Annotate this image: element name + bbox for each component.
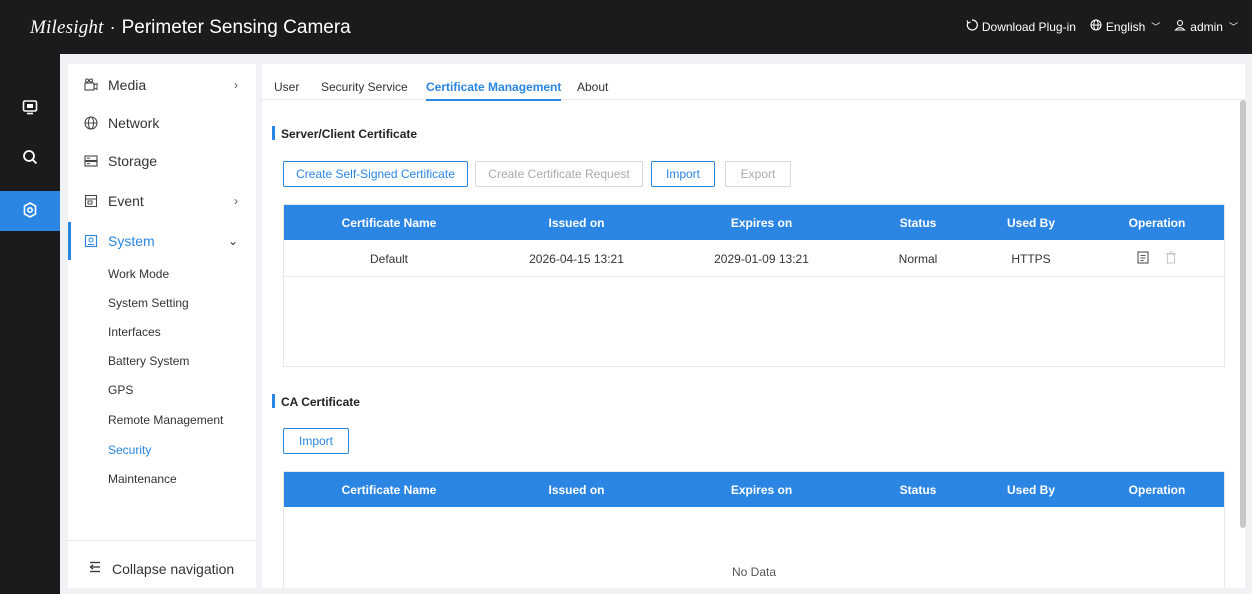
delete-icon[interactable] bbox=[1165, 250, 1177, 267]
table-header: Certificate Name Issued on Expires on St… bbox=[284, 205, 1224, 240]
storage-icon bbox=[84, 154, 98, 168]
settings-navigation: Media › Network Storage Event › System ⌄… bbox=[68, 64, 256, 588]
nav-label: Network bbox=[108, 115, 160, 131]
collapse-navigation-button[interactable]: Collapse navigation bbox=[88, 560, 234, 577]
nav-sub-remote-management[interactable]: Remote Management bbox=[108, 413, 223, 429]
top-right-menu: Download Plug-in English ﹀ admin ﹀ bbox=[966, 19, 1238, 34]
settings-button[interactable] bbox=[0, 191, 60, 231]
details-icon[interactable] bbox=[1137, 250, 1149, 267]
column-header: Certificate Name bbox=[341, 482, 437, 497]
download-plugin-link[interactable]: Download Plug-in bbox=[966, 19, 1076, 34]
nav-label: Event bbox=[108, 193, 144, 209]
nav-label: Media bbox=[108, 77, 147, 93]
column-header: Certificate Name bbox=[341, 215, 437, 230]
column-header: Issued on bbox=[548, 482, 605, 497]
collapse-icon bbox=[88, 560, 102, 577]
column-header: Used By bbox=[1006, 215, 1056, 230]
user-menu[interactable]: admin ﹀ bbox=[1174, 19, 1238, 34]
empty-state-text: No Data bbox=[731, 565, 777, 579]
table-row: Default 2026-04-15 13:21 2029-01-09 13:2… bbox=[284, 240, 1224, 277]
nav-item-media[interactable]: Media › bbox=[68, 66, 256, 104]
server-certificate-table: Certificate Name Issued on Expires on St… bbox=[283, 204, 1225, 367]
section-title-ca: CA Certificate bbox=[272, 394, 360, 409]
download-plugin-label: Download Plug-in bbox=[981, 19, 1076, 34]
nav-item-event[interactable]: Event › bbox=[68, 182, 256, 220]
brand-logo: Milesight bbox=[30, 17, 104, 38]
nav-sub-gps[interactable]: GPS bbox=[108, 383, 133, 399]
globe-icon bbox=[84, 116, 98, 130]
ca-import-button[interactable]: Import bbox=[283, 428, 349, 454]
nav-item-storage[interactable]: Storage bbox=[68, 142, 256, 180]
tab-user[interactable]: User bbox=[274, 80, 299, 94]
tab-about[interactable]: About bbox=[577, 80, 608, 94]
search-button[interactable] bbox=[0, 138, 60, 178]
user-label: admin bbox=[1190, 19, 1223, 34]
nav-label: System bbox=[108, 233, 155, 249]
brand-separator: · bbox=[109, 17, 116, 37]
column-header: Status bbox=[899, 215, 937, 230]
monitor-icon bbox=[22, 99, 38, 118]
system-icon bbox=[84, 234, 98, 248]
export-button[interactable]: Export bbox=[725, 161, 791, 187]
brand: Milesight · Perimeter Sensing Camera bbox=[30, 17, 351, 39]
globe-icon bbox=[1090, 19, 1102, 34]
table-header: Certificate Name Issued on Expires on St… bbox=[284, 472, 1224, 507]
cell-issued-on: 2026-04-15 13:21 bbox=[529, 251, 624, 266]
nav-label: Storage bbox=[108, 153, 158, 169]
user-icon bbox=[1174, 19, 1187, 34]
cell-certificate-name: Default bbox=[369, 251, 409, 266]
create-certificate-request-button[interactable]: Create Certificate Request bbox=[475, 161, 643, 187]
chevron-right-icon: › bbox=[234, 78, 238, 92]
section-title-server-client: Server/Client Certificate bbox=[272, 126, 417, 141]
top-bar: Milesight · Perimeter Sensing Camera Dow… bbox=[0, 0, 1252, 54]
nav-sub-work-mode[interactable]: Work Mode bbox=[108, 267, 169, 283]
cell-used-by: HTTPS bbox=[1011, 251, 1051, 266]
nav-sub-system-setting[interactable]: System Setting bbox=[108, 296, 189, 312]
column-header: Status bbox=[899, 482, 937, 497]
cell-operation bbox=[1090, 240, 1224, 277]
chevron-down-icon: ﹀ bbox=[1228, 22, 1238, 32]
nav-sub-interfaces[interactable]: Interfaces bbox=[108, 325, 161, 341]
nav-item-system[interactable]: System ⌄ bbox=[68, 222, 256, 260]
nav-item-network[interactable]: Network bbox=[68, 104, 256, 142]
column-header: Operation bbox=[1128, 215, 1186, 230]
create-self-signed-button[interactable]: Create Self-Signed Certificate bbox=[283, 161, 468, 187]
vertical-scrollbar[interactable] bbox=[1240, 100, 1246, 528]
cell-expires-on: 2029-01-09 13:21 bbox=[714, 251, 809, 266]
column-header: Used By bbox=[1006, 482, 1056, 497]
product-title: Perimeter Sensing Camera bbox=[121, 17, 351, 38]
nav-sub-security[interactable]: Security bbox=[108, 443, 151, 459]
settings-icon bbox=[22, 201, 38, 221]
plugin-icon bbox=[966, 19, 978, 34]
tab-certificate-management[interactable]: Certificate Management bbox=[426, 80, 562, 101]
event-icon bbox=[84, 194, 98, 208]
import-button[interactable]: Import bbox=[651, 161, 715, 187]
cell-status: Normal bbox=[898, 251, 938, 266]
language-label: English bbox=[1105, 19, 1146, 34]
left-rail bbox=[0, 54, 60, 594]
live-view-button[interactable] bbox=[0, 88, 60, 128]
column-header: Expires on bbox=[730, 482, 793, 497]
search-icon bbox=[22, 149, 38, 168]
column-header: Operation bbox=[1128, 482, 1186, 497]
language-select[interactable]: English ﹀ bbox=[1090, 19, 1160, 34]
tab-bar: User Security Service Certificate Manage… bbox=[262, 64, 1245, 101]
collapse-label: Collapse navigation bbox=[112, 560, 235, 577]
media-icon bbox=[84, 78, 98, 92]
chevron-right-icon: › bbox=[234, 194, 238, 208]
main-content: User Security Service Certificate Manage… bbox=[262, 64, 1245, 588]
nav-sub-maintenance[interactable]: Maintenance bbox=[108, 472, 177, 488]
column-header: Expires on bbox=[730, 215, 793, 230]
nav-divider bbox=[68, 540, 256, 541]
chevron-down-icon: ⌄ bbox=[227, 234, 238, 248]
chevron-down-icon: ﹀ bbox=[1151, 22, 1161, 32]
nav-sub-battery-system[interactable]: Battery System bbox=[108, 354, 189, 370]
tab-security-service[interactable]: Security Service bbox=[321, 80, 408, 94]
ca-certificate-table: Certificate Name Issued on Expires on St… bbox=[283, 471, 1225, 588]
column-header: Issued on bbox=[548, 215, 605, 230]
